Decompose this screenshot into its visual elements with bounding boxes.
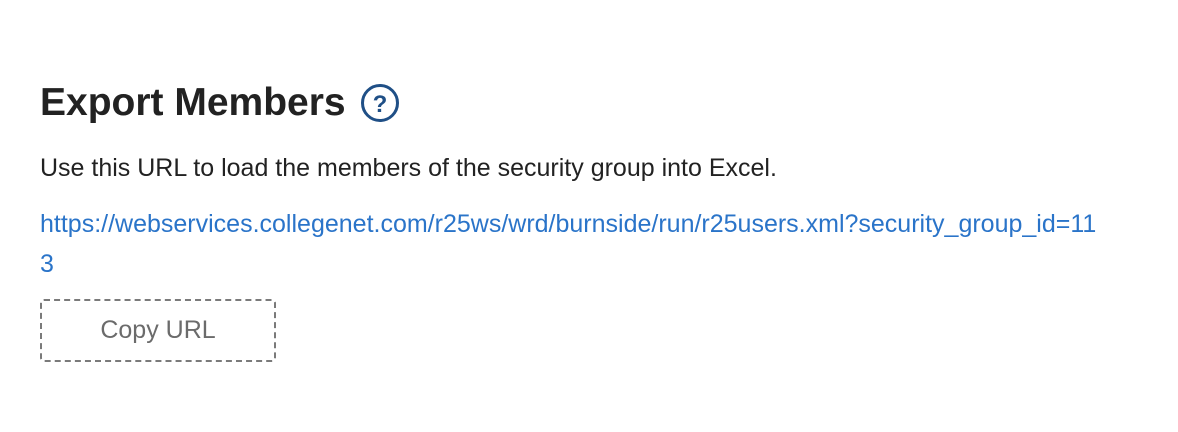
section-title: Export Members bbox=[40, 81, 346, 124]
help-icon[interactable]: ? bbox=[360, 83, 400, 123]
copy-url-button[interactable]: Copy URL bbox=[40, 299, 276, 362]
svg-text:?: ? bbox=[372, 91, 387, 118]
export-url-link[interactable]: https://webservices.collegenet.com/r25ws… bbox=[40, 204, 1110, 284]
section-header: Export Members ? bbox=[40, 78, 1140, 128]
section-description: Use this URL to load the members of the … bbox=[40, 154, 777, 182]
export-members-section: Export Members ? Use this URL to load th… bbox=[40, 78, 1140, 362]
